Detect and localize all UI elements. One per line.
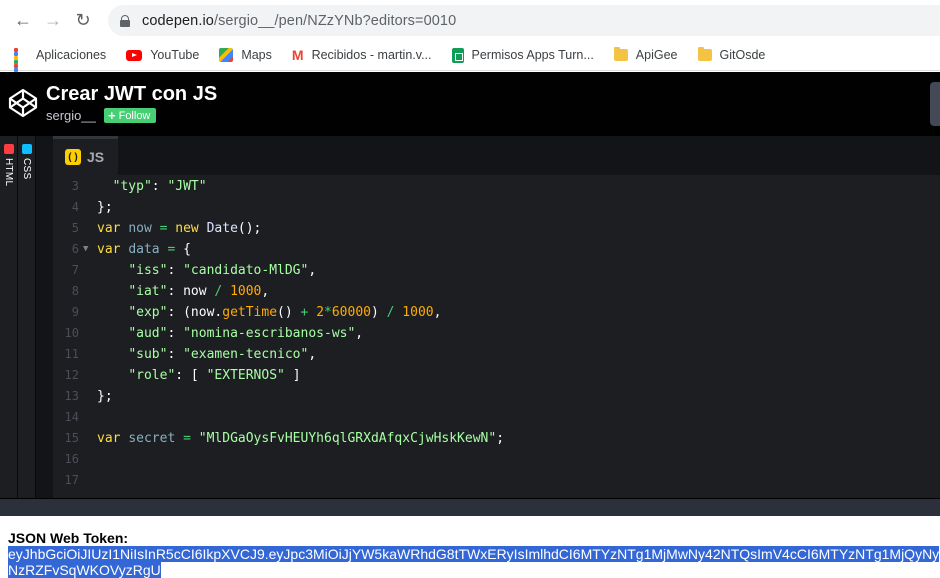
line-number: 5 (71, 221, 79, 235)
forward-arrow-icon[interactable]: → (38, 5, 68, 35)
css-badge-icon (22, 144, 32, 154)
line-number: 6 (71, 242, 79, 256)
line-number: 14 (64, 410, 79, 424)
css-panel-collapsed[interactable]: CSS (18, 136, 36, 498)
line-number: 8 (71, 284, 79, 298)
html-panel-collapsed[interactable]: HTML (0, 136, 18, 498)
sheets-icon (451, 47, 464, 63)
jwt-label: JSON Web Token: (8, 530, 129, 546)
line-number: 7 (71, 263, 79, 277)
bookmarks-bar: Aplicaciones YouTube Maps M Recibidos - … (0, 40, 940, 84)
html-badge-icon (4, 144, 14, 154)
back-arrow-icon[interactable]: ← (8, 5, 38, 35)
bookmark-label: YouTube (150, 48, 200, 62)
folder-icon (613, 47, 628, 61)
bookmark-label: GitOsde (719, 48, 766, 62)
line-number: 4 (71, 200, 79, 214)
reload-icon[interactable]: ↻ (68, 5, 98, 35)
pen-author[interactable]: sergio__ (46, 108, 96, 123)
line-number: 15 (64, 431, 79, 445)
follow-label: Follow (118, 109, 151, 122)
line-number: 11 (64, 347, 79, 361)
line-number: 16 (64, 452, 79, 466)
result-preview: JSON Web Token: eyJhbGciOiJIUzI1NiIsInR5… (0, 516, 940, 578)
line-number: 17 (64, 473, 79, 487)
bookmark-label: Recibidos - martin.v... (311, 48, 432, 62)
bookmark-label: Permisos Apps Turn... (471, 48, 594, 62)
bookmark-youtube[interactable]: YouTube (126, 48, 199, 62)
css-panel-label: CSS (21, 158, 32, 180)
tab-js[interactable]: ( ) JS (53, 136, 118, 175)
jwt-token-text[interactable]: eyJhbGciOiJIUzI1NiIsInR5cCI6IkpXVCJ9.eyJ… (8, 546, 940, 562)
folder-icon (697, 47, 712, 61)
line-number: 9 (71, 305, 79, 319)
address-bar[interactable]: codepen.io/sergio__/pen/NZzYNb?editors=0… (108, 5, 940, 36)
js-panel-header: ( ) JS (53, 136, 940, 175)
codepen-logo-icon[interactable] (8, 88, 38, 118)
fold-arrow-icon[interactable]: ▼ (83, 239, 88, 260)
js-badge-icon: ( ) (65, 149, 81, 165)
line-number: 12 (64, 368, 79, 382)
bookmark-label: Maps (241, 48, 272, 62)
bookmark-maps[interactable]: Maps (219, 48, 272, 62)
apps-icon (14, 48, 28, 84)
bookmark-apigee[interactable]: ApiGee (613, 47, 678, 62)
result-resizer[interactable] (0, 498, 940, 516)
bookmark-permisos[interactable]: Permisos Apps Turn... (451, 47, 594, 63)
line-number: 13 (64, 389, 79, 403)
bookmark-aplicaciones[interactable]: Aplicaciones (14, 48, 107, 84)
jwt-token-text-continued[interactable]: NzRZFvSqWKOVyzRgU (8, 562, 161, 578)
follow-button[interactable]: + Follow (104, 108, 157, 123)
js-code-editor[interactable]: 3 "typ": "JWT" 4}; 5 var now = new Date()… (53, 175, 940, 498)
maps-icon (219, 48, 234, 62)
bookmark-gitosde[interactable]: GitOsde (697, 47, 766, 62)
panel-divider[interactable] (36, 136, 53, 498)
js-tab-label: JS (87, 149, 105, 165)
line-number: 10 (64, 326, 79, 340)
header-action-button[interactable] (930, 82, 940, 126)
plus-icon: + (108, 108, 116, 123)
line-number: 3 (71, 179, 79, 193)
youtube-icon (126, 49, 143, 61)
pen-title[interactable]: Crear JWT con JS (46, 83, 217, 106)
url-text: codepen.io/sergio__/pen/NZzYNb?editors=0… (142, 12, 457, 29)
browser-toolbar: ← → ↻ codepen.io/sergio__/pen/NZzYNb?edi… (0, 0, 940, 40)
html-panel-label: HTML (3, 158, 14, 187)
gmail-icon: M (291, 47, 304, 63)
bookmark-label: ApiGee (635, 48, 678, 62)
pen-header: Crear JWT con JS sergio__ + Follow (0, 72, 940, 136)
lock-icon (120, 14, 130, 27)
bookmark-label: Aplicaciones (36, 48, 107, 62)
bookmark-gmail[interactable]: M Recibidos - martin.v... (292, 48, 432, 62)
